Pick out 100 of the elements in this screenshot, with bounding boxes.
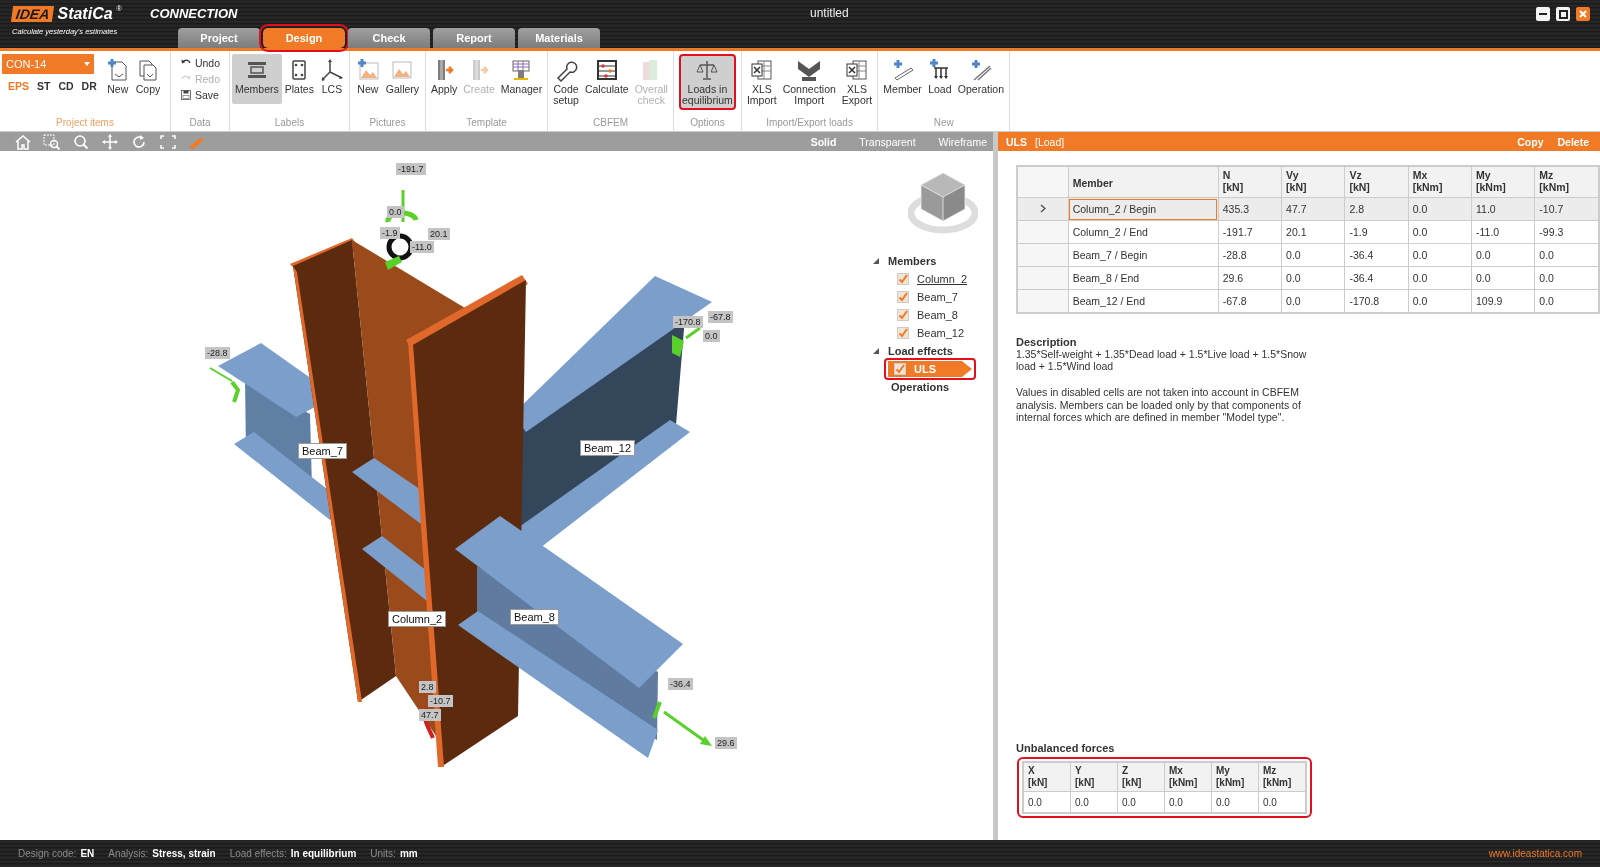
row-pointer-icon (1039, 204, 1046, 213)
column-header: Y [kN] (1070, 762, 1118, 792)
table-cell: 0.0 (1281, 266, 1345, 290)
logo-mark: IDEA (10, 6, 55, 22)
group-title: New (933, 117, 954, 128)
toolbar-button[interactable]: Copy (132, 54, 164, 104)
picture-plus-icon (355, 58, 380, 82)
search-icon[interactable] (72, 133, 90, 150)
section-title: Description (1016, 336, 1078, 348)
minimize-button[interactable] (1536, 7, 1550, 21)
move-icon[interactable] (101, 133, 119, 150)
table-cell: -36.4 (1344, 266, 1409, 290)
column-header: My [kNm] (1211, 762, 1259, 792)
group-title: Labels (274, 117, 305, 128)
note-text: Values in disabled cells are not taken into account in CBFEM analysis. Members can be loaded only by that components of internal forces which are defined in member "Model type". (1016, 386, 1302, 424)
toolbar-button[interactable]: Member (880, 54, 925, 104)
toolbar-button[interactable]: Code setup (550, 54, 582, 110)
status-label: Design code: (18, 848, 77, 859)
code-standard-button[interactable]: CD (56, 80, 76, 92)
toolbar-button[interactable]: LCS (316, 54, 347, 104)
table-cell: -11.0 (1471, 220, 1535, 244)
close-button[interactable] (1576, 7, 1590, 21)
group-title: Options (690, 117, 725, 128)
force-value-label: -191.7 (396, 163, 426, 175)
zoom-window-icon[interactable] (43, 133, 61, 150)
toolbar-button[interactable]: Connection Import (779, 54, 839, 110)
table-cell: -1.9 (1344, 220, 1409, 244)
caret-icon (84, 62, 90, 66)
column-header: Mx [kNm] (1408, 166, 1472, 198)
checkbox[interactable] (897, 309, 909, 321)
column-header: X [kN] (1023, 762, 1071, 792)
group-title: CBFEM (593, 117, 629, 128)
rotate-icon[interactable] (130, 133, 148, 150)
table-cell: -28.8 (1218, 243, 1282, 267)
toolbar-button[interactable]: Load (924, 54, 955, 104)
panel-subtitle: [Load] (1035, 135, 1065, 148)
checkbox[interactable] (897, 327, 909, 339)
force-value-label: -170.8 (673, 316, 703, 328)
column-header: Mz [kNm] (1258, 762, 1306, 792)
spreadsheet-icon (749, 58, 774, 82)
tree-item[interactable]: Column_2 (915, 273, 970, 285)
table-cell: -36.4 (1344, 243, 1409, 267)
group-title: Data (189, 117, 211, 128)
toolbar-button[interactable]: XLS Export (838, 54, 876, 110)
bracket-icon (797, 58, 822, 82)
spreadsheet-icon (845, 58, 869, 82)
group-title: Template (466, 117, 507, 128)
toolbar-button[interactable]: Save (177, 88, 223, 102)
force-value-label: 47.7 (419, 709, 441, 721)
force-value-label: 20.1 (428, 228, 450, 240)
toolbar-button[interactable]: Manager (497, 54, 546, 104)
toolbar-button[interactable]: Undo (177, 56, 223, 70)
toolbar-button[interactable]: Gallery (382, 54, 423, 104)
home-icon[interactable] (14, 133, 32, 150)
table-cell: Column_2 / End (1068, 220, 1219, 244)
table-cell: 20.1 (1281, 220, 1345, 244)
tree-group-label: Load effects (888, 345, 953, 357)
toolbar-button[interactable]: Plates (281, 54, 317, 104)
toolbar-button[interactable]: Operation (954, 54, 1007, 104)
code-standard-button[interactable]: ST (35, 80, 53, 92)
force-value-label: 2.8 (419, 681, 436, 693)
force-value-label: -11.0 (410, 241, 434, 253)
column-header: Mz [kNm] (1534, 166, 1599, 198)
checkbox[interactable] (897, 291, 909, 303)
force-value-label: 29.6 (715, 737, 737, 749)
toolbar-button[interactable]: XLS Import (743, 54, 780, 110)
status-label: Load effects: (229, 848, 287, 859)
table-cell: 0.0 (1281, 243, 1345, 267)
tree-item[interactable]: Beam_7 (915, 291, 960, 303)
group-title: Import/Export loads (766, 117, 853, 128)
picture-icon (390, 58, 415, 82)
table-cell: 0.0 (1471, 266, 1535, 290)
column-header: Member (1068, 166, 1219, 198)
checkbox[interactable] (894, 363, 906, 375)
expand-arrow-icon[interactable] (872, 257, 880, 265)
table-cell: Column_2 / Begin (1068, 197, 1219, 221)
toolbar-button[interactable]: Members (232, 54, 282, 104)
code-standard-button[interactable]: DR (79, 80, 99, 92)
scales-icon (695, 58, 720, 82)
expand-arrow-icon[interactable] (872, 347, 880, 355)
brand-name: StatiCa (57, 5, 113, 23)
tree-item[interactable]: Beam_8 (915, 309, 960, 321)
toolbar-button[interactable]: Apply (427, 54, 461, 104)
toolbar-button[interactable]: Loads in equilibrium (679, 54, 736, 110)
toolbar-button[interactable]: New (102, 54, 133, 104)
force-value-label: -10.7 (428, 695, 453, 707)
toolbar-button[interactable]: Calculate (581, 54, 632, 104)
maximize-button[interactable] (1556, 7, 1570, 21)
checkbox[interactable] (897, 273, 909, 285)
fullscreen-icon[interactable] (159, 133, 177, 150)
tree-item[interactable]: Beam_12 (915, 327, 967, 339)
column-header: N [kN] (1218, 166, 1282, 198)
window-title: untitled (810, 6, 849, 20)
column-header: Mx [kNm] (1164, 762, 1212, 792)
force-value-label: -36.4 (668, 678, 693, 690)
website-link[interactable]: www.ideastatica.com (1488, 848, 1582, 859)
save-icon (179, 89, 192, 101)
toolbar-button[interactable]: New (352, 54, 383, 104)
member-label: Beam_8 (510, 609, 559, 625)
column-header: Vz [kN] (1344, 166, 1409, 198)
